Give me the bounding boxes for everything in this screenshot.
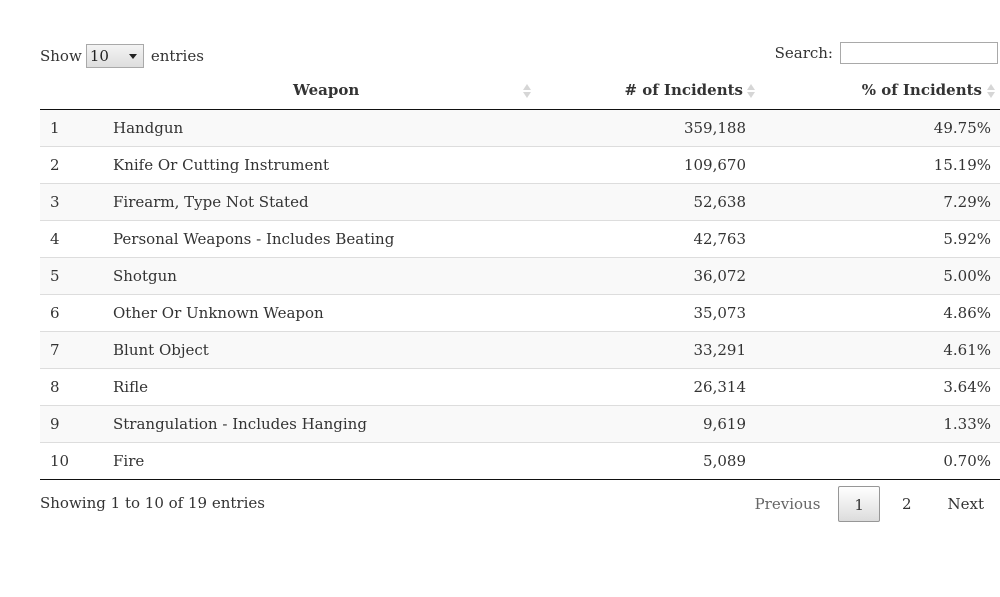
cell-weapon: Blunt Object [110, 331, 535, 369]
cell-index: 10 [40, 442, 110, 480]
table-row: 6 Other Or Unknown Weapon 35,073 4.86% [40, 294, 1000, 332]
show-label: Show [40, 47, 82, 65]
cell-weapon: Personal Weapons - Includes Beating [110, 220, 535, 258]
table-info: Showing 1 to 10 of 19 entries [40, 494, 265, 512]
next-button[interactable]: Next [934, 486, 1000, 522]
page-length-value: 10 [89, 47, 109, 65]
cell-weapon: Fire [110, 442, 535, 480]
cell-index: 1 [40, 109, 110, 147]
column-header-label: Weapon [293, 81, 360, 99]
chevron-down-icon [128, 54, 137, 59]
sort-icon [747, 84, 755, 98]
cell-percent: 4.86% [755, 294, 1000, 332]
data-table: Weapon # of Incidents % of Incidents 1 H… [40, 72, 1000, 480]
column-header-incidents[interactable]: # of Incidents [535, 72, 755, 110]
cell-incidents: 52,638 [535, 183, 755, 221]
column-header-weapon[interactable]: Weapon [110, 72, 535, 110]
cell-incidents: 109,670 [535, 146, 755, 184]
cell-percent: 7.29% [755, 183, 1000, 221]
cell-percent: 49.75% [755, 109, 1000, 147]
cell-weapon: Shotgun [110, 257, 535, 295]
cell-index: 9 [40, 405, 110, 443]
column-header-index[interactable] [40, 72, 110, 110]
length-control: Show 10 entries [40, 43, 204, 69]
cell-weapon: Rifle [110, 368, 535, 406]
sort-icon [987, 84, 995, 98]
page-length-select[interactable]: 10 [85, 44, 144, 68]
sort-icon [523, 84, 531, 98]
cell-incidents: 5,089 [535, 442, 755, 480]
cell-percent: 5.00% [755, 257, 1000, 295]
cell-incidents: 36,072 [535, 257, 755, 295]
table-row: 8 Rifle 26,314 3.64% [40, 368, 1000, 406]
search-label: Search: [774, 44, 833, 62]
cell-weapon: Other Or Unknown Weapon [110, 294, 535, 332]
cell-weapon: Handgun [110, 109, 535, 147]
table-header-row: Weapon # of Incidents % of Incidents [40, 72, 1000, 110]
cell-incidents: 42,763 [535, 220, 755, 258]
cell-incidents: 33,291 [535, 331, 755, 369]
cell-index: 6 [40, 294, 110, 332]
page-button-1[interactable]: 1 [838, 486, 880, 522]
pagination: Previous 1 2 Next [741, 485, 1000, 523]
cell-index: 2 [40, 146, 110, 184]
column-header-label: # of Incidents [624, 81, 743, 99]
cell-incidents: 9,619 [535, 405, 755, 443]
cell-weapon: Strangulation - Includes Hanging [110, 405, 535, 443]
cell-incidents: 26,314 [535, 368, 755, 406]
table-row: 2 Knife Or Cutting Instrument 109,670 15… [40, 146, 1000, 184]
table-row: 10 Fire 5,089 0.70% [40, 442, 1000, 480]
page-button-2[interactable]: 2 [888, 486, 926, 522]
cell-percent: 4.61% [755, 331, 1000, 369]
cell-incidents: 359,188 [535, 109, 755, 147]
cell-percent: 15.19% [755, 146, 1000, 184]
column-header-label: % of Incidents [861, 81, 982, 99]
cell-index: 4 [40, 220, 110, 258]
cell-incidents: 35,073 [535, 294, 755, 332]
search-control: Search: [775, 42, 998, 64]
table-row: 9 Strangulation - Includes Hanging 9,619… [40, 405, 1000, 443]
table-row: 5 Shotgun 36,072 5.00% [40, 257, 1000, 295]
cell-percent: 3.64% [755, 368, 1000, 406]
column-header-percent[interactable]: % of Incidents [755, 72, 1000, 110]
cell-index: 7 [40, 331, 110, 369]
entries-label: entries [150, 47, 204, 65]
cell-weapon: Knife Or Cutting Instrument [110, 146, 535, 184]
cell-percent: 1.33% [755, 405, 1000, 443]
cell-index: 3 [40, 183, 110, 221]
previous-button[interactable]: Previous [741, 486, 835, 522]
cell-index: 8 [40, 368, 110, 406]
table-row: 1 Handgun 359,188 49.75% [40, 109, 1000, 147]
cell-percent: 5.92% [755, 220, 1000, 258]
table-row: 3 Firearm, Type Not Stated 52,638 7.29% [40, 183, 1000, 221]
cell-index: 5 [40, 257, 110, 295]
table-row: 4 Personal Weapons - Includes Beating 42… [40, 220, 1000, 258]
search-input[interactable] [840, 42, 998, 64]
cell-weapon: Firearm, Type Not Stated [110, 183, 535, 221]
table-row: 7 Blunt Object 33,291 4.61% [40, 331, 1000, 369]
cell-percent: 0.70% [755, 442, 1000, 480]
